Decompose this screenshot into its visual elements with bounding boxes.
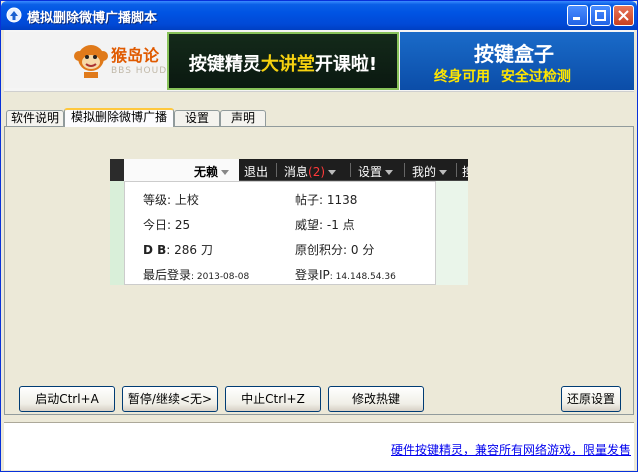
chevron-down-icon (221, 170, 230, 175)
chevron-down-icon (439, 170, 448, 175)
info-db: D B: 286 刀 (143, 243, 213, 257)
ad-banner: 猴岛论 BBS HOUDAO 按键精灵大讲堂开课啦! 按键盒子 终身可用 安全过… (4, 30, 634, 92)
maximize-icon (595, 10, 606, 21)
info-prestige: 威望: -1 点 (295, 218, 355, 232)
forum-more: 搜 (462, 163, 468, 180)
forum-nav-bar: 无赖 退出 消息(2) 设置 我的 搜 (124, 159, 468, 181)
forum-messages: 消息(2) (284, 163, 337, 180)
info-last-login: 最后登录: 2013-08-08 (143, 268, 250, 282)
close-icon (618, 10, 629, 21)
forum-screenshot: 无赖 退出 消息(2) 设置 我的 搜 等级: 上校 帖子: 1138 今日: … (110, 159, 468, 285)
key-box-ad-subtitle: 终身可用 安全过检测 (434, 69, 571, 85)
window-title: 模拟删除微博广播脚本 (27, 11, 158, 26)
title-bar[interactable]: 模拟删除微博广播脚本 (1, 1, 637, 30)
lecture-ad[interactable]: 按键精灵大讲堂开课啦! (167, 32, 399, 90)
stop-button[interactable]: 中止Ctrl+Z (225, 386, 321, 412)
lecture-ad-text: 按键精灵大讲堂开课啦! (188, 54, 378, 75)
chevron-down-icon (328, 170, 337, 175)
forum-mine: 我的 (412, 163, 448, 180)
monkey-logo-icon (74, 45, 108, 78)
minimize-button[interactable] (567, 5, 588, 26)
reset-settings-button[interactable]: 还原设置 (561, 386, 621, 412)
pause-resume-button[interactable]: 暂停/继续<无> (122, 386, 218, 412)
info-original-points: 原创积分: 0 分 (295, 243, 375, 257)
change-hotkey-button[interactable]: 修改热键 (328, 386, 424, 412)
user-info-popup: 等级: 上校 帖子: 1138 今日: 25 威望: -1 点 D B: 286… (124, 181, 436, 285)
status-bar: 硬件按键精灵，兼容所有网络游戏，限量发售 (4, 422, 634, 470)
maximize-button[interactable] (590, 5, 611, 26)
lecture-ad-highlight: 大讲堂 (260, 54, 315, 75)
logo-text: 猴岛论 (111, 46, 160, 65)
start-button[interactable]: 启动Ctrl+A (19, 386, 115, 412)
app-window: 模拟删除微博广播脚本 猴岛论 BBS HOUDAO 按键精灵大讲堂开课啦! 按键… (0, 0, 638, 472)
window-content: 猴岛论 BBS HOUDAO 按键精灵大讲堂开课啦! 按键盒子 终身可用 安全过… (4, 30, 634, 470)
promo-link[interactable]: 硬件按键精灵，兼容所有网络游戏，限量发售 (391, 441, 631, 458)
chevron-down-icon (385, 170, 394, 175)
tab-software-info[interactable]: 软件说明 (6, 110, 64, 127)
forum-logout: 退出 (244, 165, 269, 179)
tab-disclaimer[interactable]: 声明 (220, 110, 266, 127)
tab-delete-weibo[interactable]: 模拟删除微博广播 (64, 108, 174, 127)
info-posts: 帖子: 1138 (295, 193, 358, 207)
key-box-ad-title: 按键盒子 (474, 42, 554, 66)
info-today: 今日: 25 (143, 218, 191, 232)
tab-bar: 软件说明 模拟删除微博广播 设置 声明 (4, 108, 634, 127)
forum-settings: 设置 (358, 163, 394, 180)
app-icon (6, 7, 22, 23)
site-logo[interactable]: 猴岛论 BBS HOUDAO (4, 32, 181, 88)
tab-settings[interactable]: 设置 (174, 110, 220, 127)
info-login-ip: 登录IP: 14.148.54.36 (295, 268, 396, 282)
info-level: 等级: 上校 (143, 193, 199, 207)
forum-username: 无赖 (194, 163, 230, 180)
key-box-ad[interactable]: 按键盒子 终身可用 安全过检测 (400, 32, 634, 90)
minimize-icon (573, 17, 580, 20)
close-button[interactable] (613, 5, 634, 26)
